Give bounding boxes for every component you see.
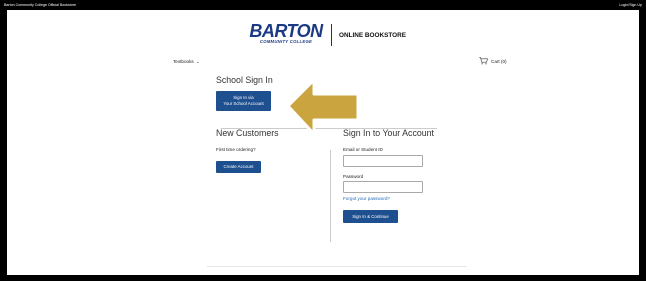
first-time-prompt: First time ordering? [216,147,256,152]
cart-link[interactable]: Cart (0) [479,57,507,65]
email-label: Email or Student ID [343,147,383,152]
cart-label: Cart (0) [491,58,507,64]
forgot-password-link[interactable]: Forgot your password? [343,196,390,201]
arrow-left-icon [288,78,360,136]
new-customers-title: New Customers [216,128,279,138]
school-signin-button[interactable]: Sign In via Your School Account [216,91,271,111]
login-signup-link[interactable]: Login/Sign Up [619,3,642,7]
top-bar: Barton Community College Official Bookst… [0,0,646,10]
logo-wordmark: BARTON [249,21,323,41]
email-field[interactable] [343,155,423,167]
barton-logo[interactable]: BARTON COMMUNITY COLLEGE [243,22,329,44]
password-field[interactable] [343,181,423,193]
footer-divider [207,266,467,267]
school-signin-button-line2: Your School Account [223,101,264,106]
column-divider [330,150,331,242]
create-account-button[interactable]: Create Account [216,161,261,173]
page-content: BARTON COMMUNITY COLLEGE ONLINE BOOKSTOR… [7,10,639,275]
logo-divider [331,24,332,46]
store-name: ONLINE BOOKSTORE [339,32,406,39]
nav-textbooks-label: Textbooks [173,59,194,64]
school-signin-button-line1: Sign In via [233,95,254,100]
logo-subtitle: COMMUNITY COLLEGE [259,39,313,44]
cart-icon [479,57,488,65]
school-signin-title: School Sign In [216,75,273,85]
password-label: Password [343,174,364,179]
chevron-down-icon: ⌄ [194,59,200,64]
signin-continue-button[interactable]: Sign In & Continue [343,210,398,223]
official-bookstore-text: Barton Community College Official Bookst… [4,3,77,7]
nav-textbooks[interactable]: Textbooks ⌄ [173,59,200,65]
